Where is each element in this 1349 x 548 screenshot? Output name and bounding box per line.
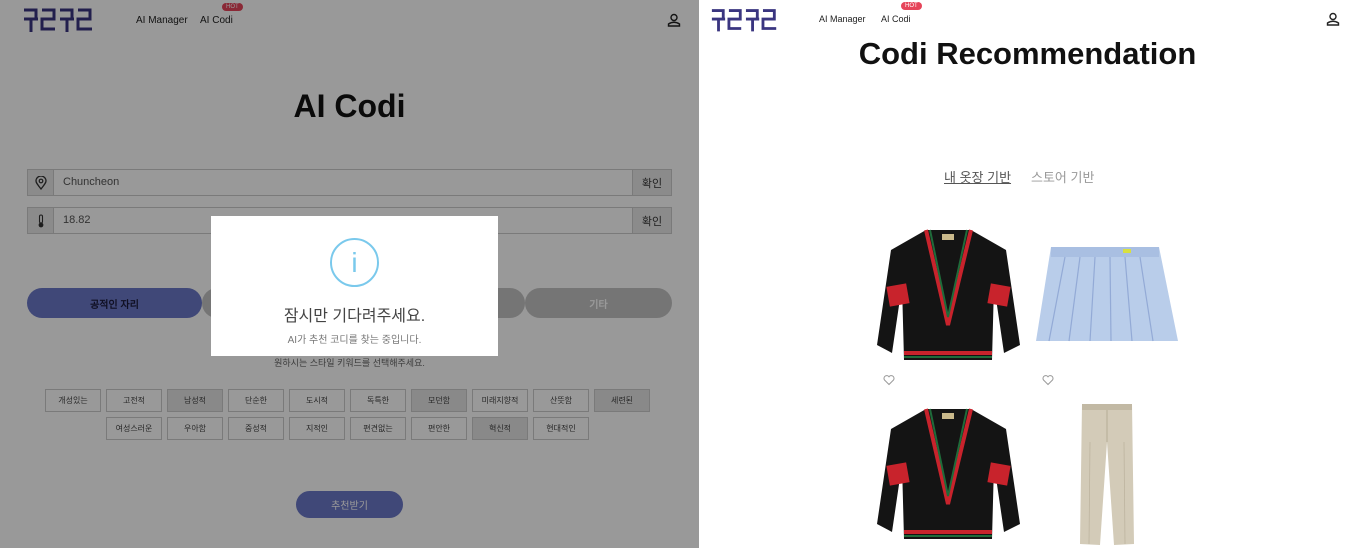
hot-badge: HOT bbox=[901, 2, 922, 10]
info-icon: i bbox=[330, 238, 379, 287]
nav-ai-manager[interactable]: AI Manager bbox=[819, 14, 866, 24]
screenshot: AI Manager AI Codi HOT AI Codi Chuncheon… bbox=[0, 0, 1349, 548]
loading-modal: i 잠시만 기다려주세요. AI가 추천 코디를 찾는 중입니다. bbox=[211, 216, 498, 356]
tab-my-closet[interactable]: 내 옷장 기반 bbox=[944, 167, 1011, 186]
modal-subtitle: AI가 추천 코디를 찾는 중입니다. bbox=[287, 335, 422, 346]
heart-icon[interactable] bbox=[1042, 374, 1054, 386]
cardigan-image[interactable] bbox=[876, 404, 1021, 544]
logo[interactable] bbox=[710, 5, 780, 35]
nav-ai-codi[interactable]: AI Codi bbox=[881, 14, 911, 24]
page-title: Codi Recommendation bbox=[858, 36, 1197, 71]
chino-pants-image[interactable] bbox=[1078, 402, 1136, 548]
heart-icon[interactable] bbox=[883, 374, 895, 386]
modal-title: 잠시만 기다려주세요. bbox=[283, 308, 426, 325]
ai-codi-page: AI Manager AI Codi HOT AI Codi Chuncheon… bbox=[0, 0, 699, 548]
tab-store[interactable]: 스토어 기반 bbox=[1031, 167, 1094, 186]
pleated-skirt-image[interactable] bbox=[1035, 243, 1179, 346]
user-icon[interactable] bbox=[1326, 12, 1340, 26]
codi-recommendation-page: AI Manager AI Codi HOT Codi Recommendati… bbox=[699, 0, 1349, 548]
cardigan-image[interactable] bbox=[876, 225, 1021, 365]
